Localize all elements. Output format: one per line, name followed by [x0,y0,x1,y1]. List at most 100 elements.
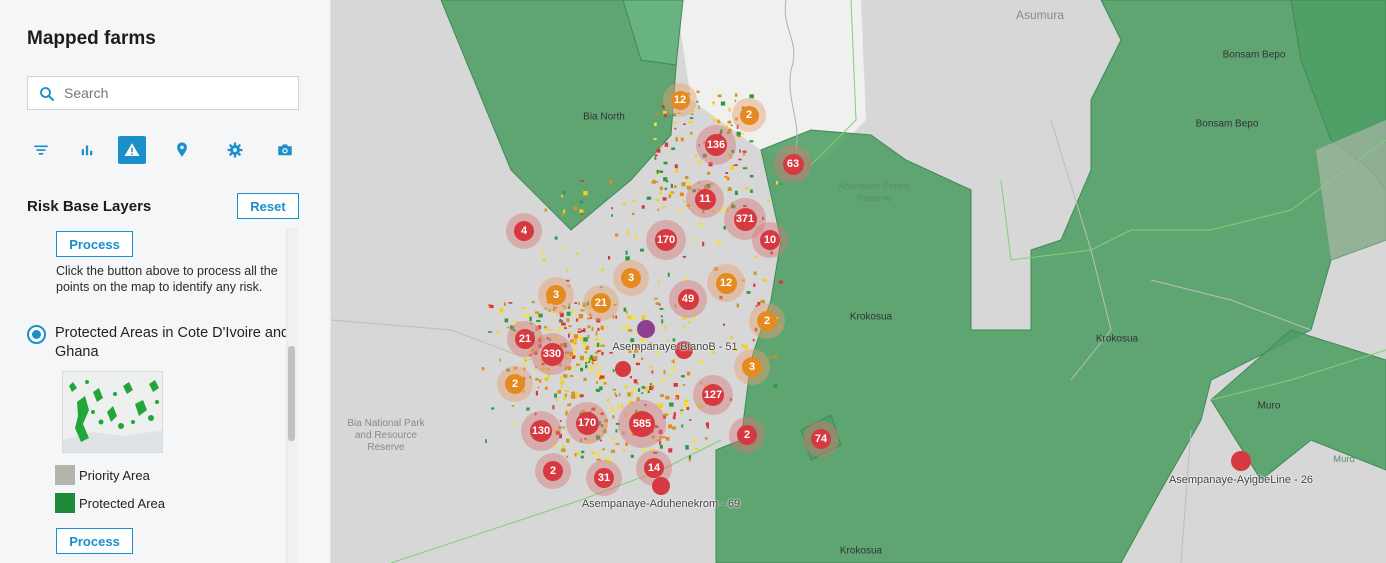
farm-polygon[interactable] [625,250,628,255]
farm-cluster[interactable]: 585 [618,400,666,448]
farm-polygon[interactable] [655,181,659,183]
locations-button[interactable] [168,136,196,164]
farm-polygon[interactable] [688,455,692,460]
farm-polygon[interactable] [537,386,540,389]
farm-polygon[interactable] [599,386,603,391]
farm-polygon[interactable] [593,355,598,360]
farm-polygon[interactable] [595,351,599,354]
farm-polygon[interactable] [675,137,678,142]
farm-polygon[interactable] [525,313,530,318]
farm-cluster[interactable]: 31 [586,460,622,496]
farm-polygon[interactable] [780,183,783,186]
farm-polygon[interactable] [730,124,733,127]
farm-polygon[interactable] [578,302,580,305]
farm-polygon[interactable] [680,375,685,378]
farm-polygon[interactable] [660,315,663,318]
farm-polygon[interactable] [529,316,532,322]
farm-polygon[interactable] [534,368,537,371]
farm-polygon[interactable] [711,115,714,120]
farm-polygon[interactable] [564,374,568,378]
farm-polygon[interactable] [679,192,684,197]
farm-polygon[interactable] [588,361,590,364]
farm-polygon[interactable] [616,404,621,408]
farm-polygon[interactable] [686,181,691,185]
farm-polygon[interactable] [563,397,566,401]
farm-polygon[interactable] [705,422,709,427]
farm-polygon[interactable] [637,388,641,392]
farm-polygon[interactable] [668,448,673,453]
farm-polygon[interactable] [641,205,645,209]
farm-polygon[interactable] [632,388,636,391]
farm-polygon[interactable] [566,318,570,322]
farm-polygon[interactable] [637,361,641,363]
farm-polygon[interactable] [615,429,618,433]
farm-polygon[interactable] [631,212,635,215]
farm-cluster[interactable]: 170 [566,402,608,444]
farm-polygon[interactable] [594,338,599,341]
filter-button[interactable] [27,136,55,164]
farm-polygon[interactable] [633,354,635,358]
farm-polygon[interactable] [665,180,668,182]
farm-polygon[interactable] [481,367,485,371]
farm-polygon[interactable] [633,379,638,384]
farm-polygon[interactable] [491,407,495,410]
farm-polygon[interactable] [624,385,628,389]
risk-button[interactable] [118,136,146,164]
farm-polygon[interactable] [680,409,684,412]
farm-polygon[interactable] [583,191,588,196]
farm-polygon[interactable] [669,402,674,407]
farm-polygon[interactable] [564,409,568,412]
farm-polygon[interactable] [531,301,536,304]
farm-polygon[interactable] [535,378,539,381]
farm-polygon[interactable] [683,123,686,126]
farm-polygon[interactable] [569,375,574,378]
farm-polygon[interactable] [723,323,725,326]
farm-polygon[interactable] [654,113,659,115]
farm-polygon[interactable] [541,249,544,254]
farm-polygon[interactable] [662,110,667,114]
farm-polygon[interactable] [713,119,718,122]
farm-polygon[interactable] [773,383,778,388]
farm-polygon[interactable] [712,101,715,105]
farm-polygon[interactable] [738,158,742,161]
farm-polygon[interactable] [641,357,644,361]
farm-polygon[interactable] [580,180,584,182]
farm-polygon[interactable] [526,407,530,411]
farm-marker[interactable] [637,320,655,338]
farm-cluster[interactable]: 11 [686,180,724,218]
farm-polygon[interactable] [573,309,577,311]
farm-polygon[interactable] [741,133,745,135]
farm-polygon[interactable] [752,338,755,342]
farm-polygon[interactable] [600,375,605,379]
farm-polygon[interactable] [555,397,558,402]
farm-polygon[interactable] [559,420,562,422]
farm-polygon[interactable] [681,424,684,428]
farm-polygon[interactable] [611,214,613,217]
farm-polygon[interactable] [641,392,644,394]
farm-cluster[interactable]: 74 [803,421,839,457]
farm-polygon[interactable] [685,445,689,450]
farm-polygon[interactable] [674,360,676,362]
farm-polygon[interactable] [660,379,665,383]
statistics-button[interactable] [73,136,101,164]
layer-name[interactable]: Protected Areas in Cote D'Ivoire and Gha… [55,324,290,362]
farm-polygon[interactable] [696,90,700,93]
farm-polygon[interactable] [664,142,669,147]
farm-polygon[interactable] [659,186,663,191]
farm-cluster[interactable]: 2 [535,453,571,489]
farm-polygon[interactable] [659,191,662,195]
farm-polygon[interactable] [561,322,566,326]
scrollbar-thumb[interactable] [288,346,295,441]
farm-polygon[interactable] [706,171,711,175]
farm-polygon[interactable] [615,233,619,237]
farm-polygon[interactable] [662,197,667,201]
farm-polygon[interactable] [745,165,748,168]
farm-marker[interactable] [652,477,670,495]
farm-polygon[interactable] [560,380,565,385]
farm-polygon[interactable] [636,382,639,385]
farm-polygon[interactable] [587,334,590,339]
farm-polygon[interactable] [534,311,539,314]
farm-polygon[interactable] [742,167,748,170]
farm-polygon[interactable] [499,358,502,362]
farm-polygon[interactable] [659,308,664,310]
